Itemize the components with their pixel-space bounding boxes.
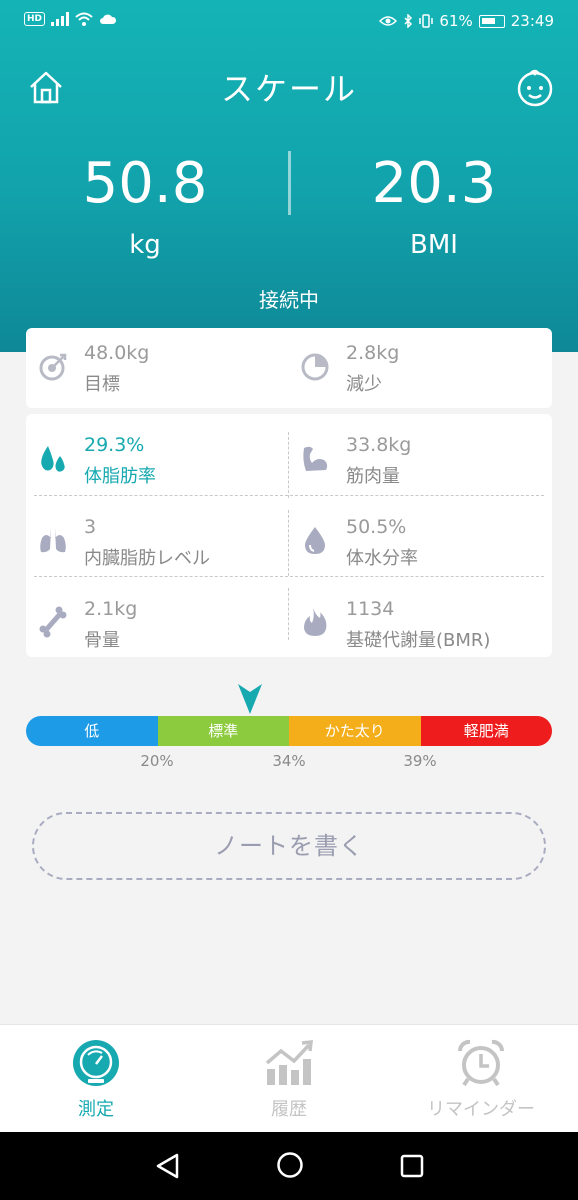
body-stats-card: 29.3% 体脂肪率 33.8kg 筋肉量 3 内臓脂肪レベル 50.5% 体水… <box>26 414 552 657</box>
range-pointer-icon <box>238 684 262 714</box>
top-bar: スケール <box>0 60 578 112</box>
range-segment-overweight: かた太り <box>289 716 421 746</box>
stat-value: 33.8kg <box>346 434 412 456</box>
battery-percent: 61% <box>439 12 473 30</box>
tab-label: 測定 <box>78 1099 114 1120</box>
weight-unit: kg <box>129 230 161 260</box>
home-nav-icon[interactable] <box>276 1151 304 1179</box>
target-icon <box>39 353 67 381</box>
lungs-icon <box>40 528 66 553</box>
vibrate-icon <box>419 14 434 28</box>
eye-icon <box>379 16 398 26</box>
stat-label: 筋肉量 <box>346 466 400 487</box>
gauge-icon <box>73 1040 119 1086</box>
stat-value: 2.1kg <box>84 598 138 620</box>
muscle-arm-icon <box>303 446 328 471</box>
tab-history[interactable]: 履歴 <box>193 1025 385 1133</box>
range-segment-low: 低 <box>26 716 158 746</box>
stat-visceral-fat[interactable]: 3 内臓脂肪レベル <box>26 502 276 580</box>
goal-decrease-cell[interactable]: 2.8kg 減少 <box>288 328 538 406</box>
bluetooth-icon <box>404 14 413 28</box>
profile-button[interactable] <box>514 66 556 108</box>
bmi-unit: BMI <box>410 230 458 260</box>
cloud-icon <box>100 14 117 24</box>
battery-icon <box>478 14 505 28</box>
stat-value: 3 <box>84 516 97 538</box>
goal-target-label: 目標 <box>84 374 120 395</box>
goal-decrease-value: 2.8kg <box>346 342 400 364</box>
hd-badge: HD <box>24 12 46 26</box>
tab-label: 履歴 <box>271 1099 307 1120</box>
system-nav-bar <box>0 1132 578 1200</box>
stat-label: 基礎代謝量(BMR) <box>346 630 491 651</box>
range-segment-obese: 軽肥満 <box>420 716 552 746</box>
goal-target-cell[interactable]: 48.0kg 目標 <box>26 328 276 406</box>
weight-metric: 50.8 kg <box>15 151 275 261</box>
stat-value: 50.5% <box>346 516 407 538</box>
status-bar: HD 61% 23:49 <box>0 0 578 44</box>
tab-measure[interactable]: 測定 <box>0 1025 192 1133</box>
stat-value: 29.3% <box>84 434 145 456</box>
range-tick: 34% <box>272 752 306 770</box>
weight-value: 50.8 <box>82 151 208 216</box>
recent-apps-icon[interactable] <box>400 1154 424 1178</box>
goal-target-value: 48.0kg <box>84 342 150 364</box>
goal-decrease-label: 減少 <box>346 374 382 395</box>
page-title: スケール <box>220 70 357 108</box>
stat-muscle[interactable]: 33.8kg 筋肉量 <box>288 420 538 498</box>
stat-label: 体水分率 <box>346 548 418 569</box>
pie-icon <box>301 353 329 381</box>
clock: 23:49 <box>510 12 554 30</box>
stat-label: 内臓脂肪レベル <box>84 548 210 569</box>
droplets-icon <box>41 446 65 472</box>
stat-water[interactable]: 50.5% 体水分率 <box>288 502 538 580</box>
stat-value: 1134 <box>346 598 395 620</box>
bottom-tab-bar: 測定 履歴 リマインダー <box>0 1024 578 1132</box>
bmi-metric: 20.3 BMI <box>304 151 564 261</box>
range-tick: 20% <box>140 752 174 770</box>
tab-reminder[interactable]: リマインダー <box>385 1025 577 1133</box>
stat-label: 体脂肪率 <box>84 466 156 487</box>
water-drop-icon <box>305 527 325 554</box>
goal-card: 48.0kg 目標 2.8kg 減少 <box>26 328 552 408</box>
signal-icon <box>51 12 70 26</box>
metric-divider <box>288 151 291 215</box>
stat-bmr[interactable]: 1134 基礎代謝量(BMR) <box>288 584 538 662</box>
range-tick: 39% <box>403 752 437 770</box>
stat-body-fat[interactable]: 29.3% 体脂肪率 <box>26 420 276 498</box>
wifi-icon <box>75 12 93 26</box>
write-note-button[interactable]: ノートを書く <box>32 812 546 880</box>
stat-bone[interactable]: 2.1kg 骨量 <box>26 584 276 662</box>
trend-chart-icon <box>265 1040 313 1085</box>
body-fat-range-bar: 低 標準 かた太り 軽肥満 <box>26 716 552 746</box>
bmi-value: 20.3 <box>371 151 497 216</box>
flame-icon <box>304 608 327 636</box>
baby-face-icon <box>517 69 553 107</box>
back-icon[interactable] <box>154 1152 180 1180</box>
range-segment-standard: 標準 <box>157 716 289 746</box>
stat-label: 骨量 <box>84 630 120 651</box>
alarm-clock-icon <box>457 1039 505 1087</box>
bone-icon <box>39 606 67 638</box>
connection-status: 接続中 <box>259 288 319 312</box>
tab-label: リマインダー <box>427 1099 535 1120</box>
